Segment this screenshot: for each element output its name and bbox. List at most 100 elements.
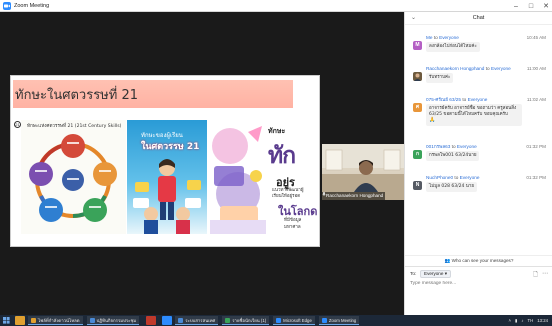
language-indicator[interactable]: TH [528, 318, 534, 323]
system-tray: ˄ ▮ ♪ TH 13:24 [508, 315, 548, 326]
praying-hands-icon: 🙏 [429, 117, 436, 123]
windows-taskbar: ไฟล์ที่กำลังดาวน์โหลด ปฏิทินกิจกรรมประชุ… [0, 315, 552, 326]
poster-text-line2: ทัก [268, 143, 296, 169]
window-title: Zoom Meeting [14, 2, 50, 9]
message-recipient: Everyone [439, 35, 459, 40]
poster-text-line1: ทักษะ [268, 127, 286, 135]
chat-message-input[interactable] [410, 281, 546, 286]
zoom-logo-icon [3, 1, 11, 10]
file-explorer-icon[interactable] [15, 316, 25, 325]
message-time: 01:32 PM [526, 144, 546, 149]
recipient-select[interactable]: Everyone ▾ [420, 270, 452, 278]
message-header: 001กรพล63 to Everyone [426, 144, 477, 151]
taskbar-item[interactable]: ไฟล์ที่กำลังดาวน์โหลด [28, 316, 83, 325]
eye-icon: 👥 [444, 258, 451, 263]
skills-text-poster-image: ทักษะ ทัก อยู่ร แนวทางพัฒนาผู้เรียนให้อย… [208, 116, 318, 236]
chevron-up-icon[interactable]: ˄ [508, 318, 511, 323]
participant-name-label: Racchanaekorn Hongphand [322, 192, 386, 200]
zoom-icon [321, 317, 327, 323]
message-sender: NuchPhone0 [426, 175, 454, 180]
window-titlebar: Zoom Meeting – □ ✕ [0, 0, 552, 12]
recipient-select-value: Everyone [424, 271, 444, 276]
more-icon[interactable]: ⋯ [542, 270, 548, 280]
chat-header: ⌄ Chat [405, 12, 552, 25]
message-text-content: อาจารย์ครับ อาจารย์ชื่อ ขอถามว่า ครูสอนส… [429, 106, 517, 117]
taskbar-item[interactable]: รายชื่อนักเรียน (1) [222, 316, 270, 325]
message-to-word: to [454, 175, 459, 180]
message-header: Racchanaekorn Hongphand to Everyone [426, 66, 511, 71]
message-header: 075-ศรัณย์ 63/25 to Everyone [426, 97, 487, 104]
taskbar-item[interactable]: ระบบสารสนเทศ [175, 316, 219, 325]
sender-avatar: M [413, 41, 422, 50]
zoom-icon[interactable] [162, 316, 173, 325]
skills-diagram-image: ทักษะแห่งศตวรรษที่ 21 (21st Century Skil… [21, 120, 126, 234]
pdf-icon[interactable] [146, 316, 157, 325]
taskbar-item[interactable]: ปฏิทินกิจกรรมประชุม [86, 316, 140, 325]
message-text: อาจารย์ครับ อาจารย์ชื่อ ขอถามว่า ครูสอนส… [426, 104, 522, 126]
students-poster-image: ทักษะของผู้เรียน ในศตวรรษ 21 [127, 120, 207, 234]
message-time: 01:32 PM [526, 175, 546, 180]
volume-icon[interactable]: ♪ [521, 318, 523, 323]
message-to-word: to [451, 144, 456, 149]
minimize-button[interactable]: – [512, 3, 520, 10]
message-text: รับทราบค่ะ [426, 73, 454, 83]
message-time: 11:02 AM [526, 97, 546, 102]
start-button[interactable] [0, 315, 12, 326]
close-button[interactable]: ✕ [542, 3, 550, 10]
taskbar-item-label: รายชื่อนักเรียน (1) [232, 317, 267, 323]
clock[interactable]: 13:24 [537, 318, 548, 323]
taskbar-item-label: Zoom Meeting [328, 317, 357, 323]
slide-page-number: 21 [14, 121, 21, 128]
message-header: Me to Everyone [426, 35, 459, 40]
chevron-down-icon: ▾ [444, 271, 448, 276]
browser-icon [89, 317, 95, 323]
meeting-area: ทักษะในศตวรรษที่ 21 21 ทักษะแห่งศตวรรษที… [0, 12, 404, 315]
poster-text-line6: ที่มีข้อมูลมหาศาล [284, 218, 302, 230]
browser-icon [276, 317, 282, 323]
message-text: ไม่มูล 028 63/24 นาย [426, 182, 478, 192]
chevron-down-icon[interactable]: ⌄ [411, 12, 416, 25]
slide-title: ทักษะในศตวรรษที่ 21 [15, 88, 138, 103]
folder-icon [31, 317, 36, 323]
taskbar-item[interactable]: Microsoft Edge [273, 316, 315, 325]
message-sender: 001กรพล63 [426, 144, 451, 149]
network-icon[interactable]: ▮ [515, 318, 517, 324]
who-can-see-text: Who can see your messages? [451, 258, 514, 263]
students-illustration [133, 159, 201, 234]
message-text: ลงกล้องไปก่อนได้ไหมค่ะ [426, 42, 480, 52]
message-recipient: Everyone [490, 66, 511, 71]
message-text: กรพลโพ001 63/24นาย [426, 151, 480, 161]
message-to-word: to [433, 35, 438, 40]
sender-avatar-photo [413, 72, 422, 81]
message-sender: 075-ศรัณย์ 63/25 [426, 97, 462, 102]
sender-avatar: ก [413, 150, 422, 159]
message-sender: Me [426, 35, 433, 40]
participant-name: Racchanaekorn Hongphand [326, 193, 384, 198]
browser-icon [178, 317, 184, 323]
participant-video-tile[interactable]: Racchanaekorn Hongphand [322, 144, 404, 200]
taskbar-item-label: ไฟล์ที่กำลังดาวน์โหลด [38, 317, 80, 323]
message-to-word: to [485, 66, 490, 71]
skills-diagram-title: ทักษะแห่งศตวรรษที่ 21 (21st Century Skil… [27, 124, 122, 129]
shared-slide: ทักษะในศตวรรษที่ 21 21 ทักษะแห่งศตวรรษที… [10, 75, 320, 247]
sender-avatar: ศ [413, 103, 422, 112]
to-label: To: [410, 272, 417, 277]
message-recipient: Everyone [467, 97, 488, 102]
message-recipient: Everyone [459, 175, 480, 180]
message-to-word: to [462, 97, 467, 102]
taskbar-item-label: ระบบสารสนเทศ [185, 317, 216, 323]
spreadsheet-icon [225, 317, 231, 323]
maximize-button[interactable]: □ [527, 3, 535, 10]
skills-cycle-graphic [29, 134, 117, 222]
who-can-see-link[interactable]: 👥 Who can see your messages? [405, 255, 552, 264]
message-time: 10:45 AM [526, 35, 546, 40]
taskbar-item[interactable]: Zoom Meeting [318, 316, 360, 325]
message-recipient: Everyone [456, 144, 477, 149]
chat-title: Chat [472, 15, 485, 21]
poster-heading-line2: ในศตวรรษ 21 [141, 142, 200, 152]
message-header: NuchPhone0 to Everyone [426, 175, 479, 180]
poster-text-line4: แนวทางพัฒนาผู้เรียนให้อยู่รอด [272, 188, 304, 199]
sender-avatar: N [413, 181, 422, 190]
chat-compose: To: Everyone ▾ 🗋 ⋯ [405, 266, 552, 315]
file-icon[interactable]: 🗋 [533, 270, 538, 280]
